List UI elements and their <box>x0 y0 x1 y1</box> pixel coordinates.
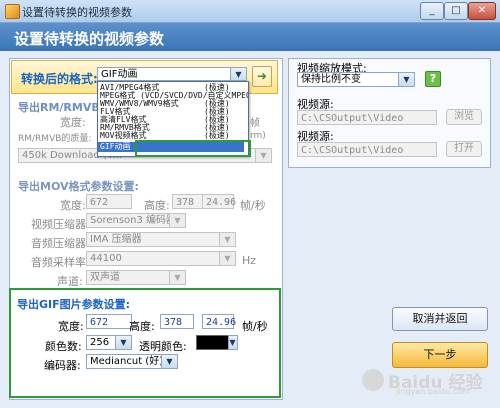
gif-transparent-label: 透明颜色: <box>139 340 187 353</box>
rm-right-fragment: rm) <box>250 131 266 141</box>
title-bar: 设置待转换的视频参数 _ □ ✕ <box>0 0 500 23</box>
gif-section-title: 导出GIF图片参数设置: <box>17 298 131 311</box>
mov-fps-unit: 帧/秒 <box>240 199 266 212</box>
gif-colors-value: 256 <box>90 337 110 348</box>
video-source2-input[interactable]: C:\CSOutput\Video <box>297 142 437 157</box>
mov-section-title: 导出MOV格式参数设置: <box>18 180 139 193</box>
gif-encoder-select[interactable]: Mediancut (好) ▼ <box>86 354 178 369</box>
paw-icon <box>362 369 384 391</box>
mov-channels-select[interactable]: 双声道 ▼ <box>86 270 186 285</box>
chevron-down-icon[interactable]: ▼ <box>169 214 185 227</box>
output-format-label: 转换后的格式: <box>21 72 98 86</box>
mov-sample-rate-select[interactable]: 44100 ▼ <box>86 251 236 266</box>
dialog-header: 设置待转换的视频参数 <box>0 23 500 51</box>
mov-sample-rate-unit: Hz <box>242 254 257 267</box>
app-icon <box>5 4 20 19</box>
transparent-color-swatch[interactable] <box>196 335 230 350</box>
chevron-down-icon[interactable]: ▼ <box>230 68 246 80</box>
chevron-down-icon[interactable]: ▼ <box>255 149 271 162</box>
watermark-url: jingyan.baidu.com <box>396 387 470 396</box>
gif-colors-select[interactable]: 256 ▼ <box>86 335 132 350</box>
chevron-down-icon[interactable]: ▼ <box>219 233 235 246</box>
mov-video-codec-label: 视频压缩器: <box>31 218 90 231</box>
mov-height-label: 高度: <box>144 199 170 212</box>
page-title: 设置待转换的视频参数 <box>14 30 165 48</box>
mov-audio-codec-label: 音频压缩器: <box>31 237 90 250</box>
mov-channels-value: 双声道 <box>90 272 120 283</box>
chevron-down-icon[interactable]: ▼ <box>219 252 235 265</box>
next-button[interactable]: 下一步 <box>392 342 488 368</box>
gif-height-input[interactable]: 378 <box>160 314 194 329</box>
chevron-down-icon[interactable]: ▼ <box>169 271 185 284</box>
help-icon[interactable]: ? <box>425 71 441 87</box>
mov-fps-input[interactable]: 24.96 <box>202 194 236 209</box>
scale-mode-value: 保持比例不变 <box>301 74 361 85</box>
gif-width-input[interactable]: 672 <box>86 314 132 329</box>
mov-width-label: 宽度: <box>60 199 86 212</box>
mov-sample-rate-label: 音频采样率: <box>31 256 90 269</box>
chevron-down-icon[interactable]: ▼ <box>161 355 177 368</box>
rm-width-label: 宽度: <box>60 116 86 129</box>
gif-fps-input[interactable]: 24.96 <box>202 314 236 329</box>
gif-colors-label: 颜色数: <box>45 340 82 353</box>
output-format-select[interactable]: GIF动画 ▼ <box>97 67 247 81</box>
mov-video-codec-select[interactable]: Sorenson3 编码器 ▼ <box>86 213 186 228</box>
gif-option-highlight <box>135 140 251 157</box>
rm-quality-label: RM/RMVB的质量: <box>18 134 92 144</box>
mov-video-codec-value: Sorenson3 编码器 <box>90 215 177 226</box>
mov-channels-label: 声道: <box>57 275 83 288</box>
chevron-down-icon[interactable]: ▼ <box>115 336 131 349</box>
rm-unit-fragment: 帧 <box>250 118 260 129</box>
browse-button[interactable]: 浏览 <box>446 109 482 125</box>
watermark-logo: Baidu 经验 jingyan.baidu.com <box>362 366 494 396</box>
chevron-down-icon[interactable]: ▼ <box>398 73 414 86</box>
gif-width-label: 宽度: <box>58 320 84 333</box>
chevron-down-icon[interactable]: ▼ <box>229 336 237 349</box>
cancel-button[interactable]: 取消并返回 <box>392 307 488 331</box>
gif-fps-unit: 帧/秒 <box>242 320 268 333</box>
window-title: 设置待转换的视频参数 <box>22 6 132 19</box>
maximize-button[interactable]: □ <box>444 2 468 20</box>
format-option-mov[interactable]: MOV视频格式 (极速) <box>100 132 230 140</box>
minimize-button[interactable]: _ <box>420 2 444 20</box>
convert-arrow-icon[interactable]: ➜ <box>252 66 272 87</box>
close-button[interactable]: ✕ <box>468 2 496 20</box>
mov-width-input[interactable]: 672 <box>86 194 132 209</box>
mov-audio-codec-value: IMA 压缩器 <box>90 234 142 245</box>
gif-height-label: 高度: <box>129 320 155 333</box>
gif-encoder-value: Mediancut (好) <box>90 356 164 367</box>
scale-mode-select[interactable]: 保持比例不变 ▼ <box>297 72 415 87</box>
output-format-value: GIF动画 <box>101 69 138 80</box>
open-button[interactable]: 打开 <box>446 141 482 157</box>
transparent-color-dropdown[interactable]: ▼ <box>228 335 238 350</box>
mov-audio-codec-select[interactable]: IMA 压缩器 ▼ <box>86 232 236 247</box>
mov-sample-rate-value: 44100 <box>90 253 122 264</box>
video-source-input[interactable]: C:\CSOutput\Video <box>297 110 437 125</box>
gif-encoder-label: 编码器: <box>44 359 81 372</box>
